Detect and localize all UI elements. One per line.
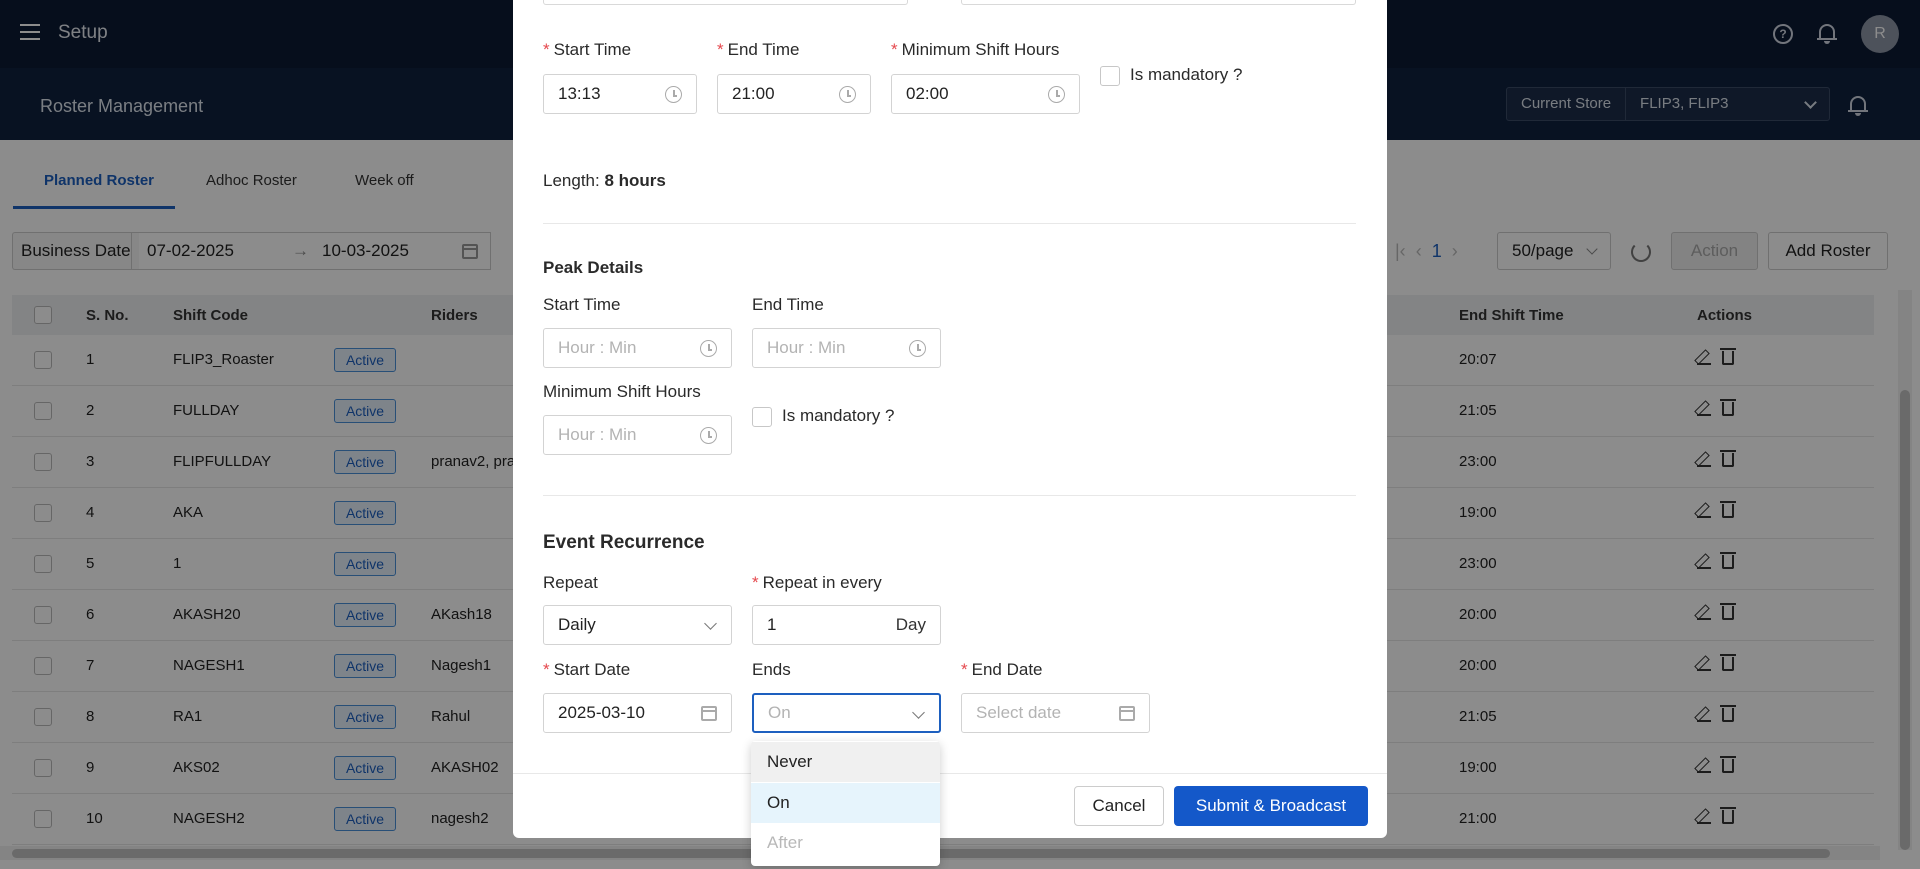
peak-min-hours-label: Minimum Shift Hours: [543, 382, 701, 401]
min-shift-hours-input[interactable]: 02:00: [891, 74, 1080, 114]
end-date-label: * End Date: [961, 660, 1043, 679]
peak-details-title: Peak Details: [543, 258, 644, 277]
repeat-select[interactable]: Daily: [543, 605, 732, 645]
shift-mandatory-label: Is mandatory ?: [1130, 65, 1243, 84]
chevron-down-icon: [912, 706, 925, 719]
repeat-every-label: * Repeat in every: [752, 573, 882, 592]
peak-min-hours-placeholder: Hour : Min: [558, 425, 637, 444]
peak-mandatory-label: Is mandatory ?: [782, 406, 895, 425]
end-time-label: * End Time: [717, 40, 800, 59]
peak-mandatory-checkbox[interactable]: [752, 407, 772, 427]
start-date-label: * Start Date: [543, 660, 631, 679]
end-date-placeholder: Select date: [976, 703, 1062, 722]
peak-end-time-label: End Time: [752, 295, 824, 314]
clock-icon: [665, 86, 682, 103]
start-time-label: * Start Time: [543, 40, 632, 59]
start-date-input[interactable]: 2025-03-10: [543, 693, 732, 733]
start-time-value: 13:13: [558, 84, 601, 103]
start-time-input[interactable]: 13:13: [543, 74, 697, 114]
chevron-down-icon: [704, 617, 717, 630]
submit-broadcast-button[interactable]: Submit & Broadcast: [1174, 786, 1368, 826]
event-recurrence-title: Event Recurrence: [543, 532, 705, 553]
clock-icon: [700, 340, 717, 357]
repeat-label: Repeat: [543, 573, 598, 592]
clock-icon: [909, 340, 926, 357]
page: Setup ? R Roster Management Current Stor…: [0, 0, 1920, 869]
min-shift-hours-value: 02:00: [906, 84, 949, 103]
clock-icon: [700, 427, 717, 444]
divider: [543, 495, 1356, 496]
calendar-icon: [701, 706, 717, 721]
previous-field-edge: [961, 0, 1356, 5]
repeat-every-input[interactable]: 1 Day: [752, 605, 941, 645]
peak-start-time-input[interactable]: Hour : Min: [543, 328, 732, 368]
repeat-value: Daily: [558, 615, 596, 634]
peak-start-time-label: Start Time: [543, 295, 621, 314]
ends-option-never[interactable]: Never: [751, 742, 940, 782]
roster-form-modal: * Start Time 13:13 * End Time 21:00 * Minim…: [513, 0, 1387, 838]
calendar-icon: [1119, 706, 1135, 721]
start-date-value: 2025-03-10: [558, 703, 645, 722]
repeat-every-unit: Day: [895, 615, 926, 634]
repeat-every-value: 1: [767, 615, 777, 634]
peak-end-time-input[interactable]: Hour : Min: [752, 328, 941, 368]
peak-min-hours-input[interactable]: Hour : Min: [543, 415, 732, 455]
ends-option-after: After: [767, 833, 803, 852]
ends-value: On: [768, 703, 791, 722]
shift-mandatory-checkbox[interactable]: [1100, 66, 1120, 86]
ends-select[interactable]: On: [752, 693, 941, 733]
divider: [543, 223, 1356, 224]
end-time-value: 21:00: [732, 84, 775, 103]
clock-icon: [1048, 86, 1065, 103]
peak-end-time-placeholder: Hour : Min: [767, 338, 846, 357]
modal-footer-divider: [513, 773, 1387, 774]
shift-length: Length: 8 hours: [543, 171, 666, 190]
ends-label: Ends: [752, 660, 791, 679]
min-shift-hours-label: * Minimum Shift Hours: [891, 40, 1060, 59]
end-date-input[interactable]: Select date: [961, 693, 1150, 733]
ends-option-on[interactable]: On: [751, 783, 940, 823]
end-time-input[interactable]: 21:00: [717, 74, 871, 114]
clock-icon: [839, 86, 856, 103]
peak-start-time-placeholder: Hour : Min: [558, 338, 637, 357]
ends-dropdown-menu: Never On After: [751, 741, 940, 866]
cancel-button[interactable]: Cancel: [1074, 786, 1164, 826]
previous-field-edge: [543, 0, 908, 5]
